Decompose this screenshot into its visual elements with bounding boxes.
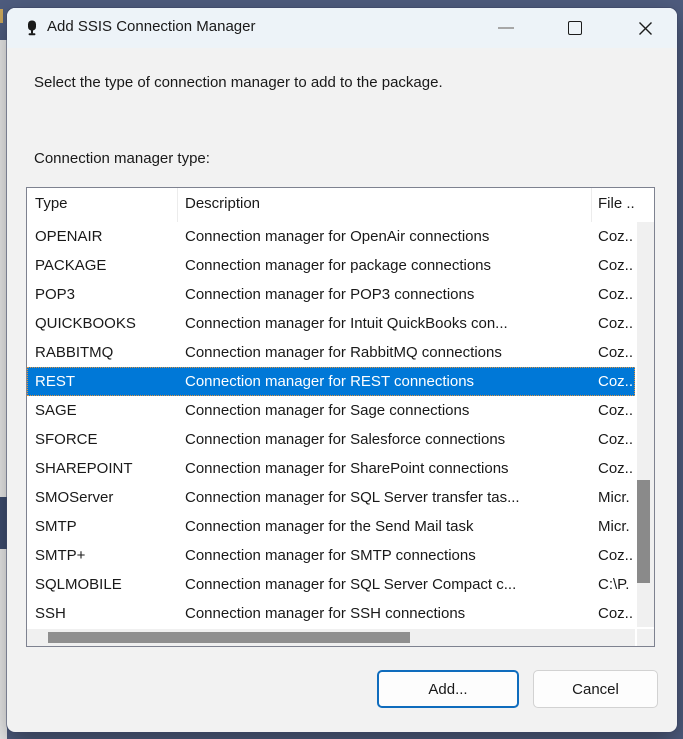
screen: Add SSIS Connection Manager Select the t… (0, 0, 683, 739)
column-header-description[interactable]: Description (178, 188, 592, 222)
table-row[interactable]: SMTP+ Connection manager for SMTP connec… (27, 541, 635, 570)
maximize-button[interactable] (555, 8, 595, 48)
cell-file: Coz.. (592, 454, 635, 483)
cell-description: Connection manager for SQL Server transf… (178, 483, 592, 512)
cell-description: Connection manager for SMTP connections (178, 541, 592, 570)
cell-description: Connection manager for SharePoint connec… (178, 454, 592, 483)
table-row[interactable]: OPENAIR Connection manager for OpenAir c… (27, 222, 635, 251)
cell-file: Coz.. (592, 309, 635, 338)
cell-type: SFORCE (27, 425, 178, 454)
background-window-sliver (0, 9, 3, 23)
cell-type: SHAREPOINT (27, 454, 178, 483)
add-button[interactable]: Add... (377, 670, 519, 708)
table-row[interactable]: POP3 Connection manager for POP3 connect… (27, 280, 635, 309)
titlebar[interactable]: Add SSIS Connection Manager (7, 8, 677, 48)
cell-file: Coz.. (592, 251, 635, 280)
table-row[interactable]: QUICKBOOKS Connection manager for Intuit… (27, 309, 635, 338)
table-row[interactable]: SQLMOBILE Connection manager for SQL Ser… (27, 570, 635, 599)
cell-file: Coz.. (592, 338, 635, 367)
table-row[interactable]: SSH Connection manager for SSH connectio… (27, 599, 635, 628)
cell-type: QUICKBOOKS (27, 309, 178, 338)
table-row[interactable]: SMTP Connection manager for the Send Mai… (27, 512, 635, 541)
vertical-scrollbar-thumb[interactable] (637, 480, 650, 583)
cell-type: OPENAIR (27, 222, 178, 251)
cell-file: Coz.. (592, 599, 635, 628)
table-row[interactable]: SMOServer Connection manager for SQL Ser… (27, 483, 635, 512)
cell-description: Connection manager for SQL Server Compac… (178, 570, 592, 599)
table-row[interactable]: PACKAGE Connection manager for package c… (27, 251, 635, 280)
cell-type: SAGE (27, 396, 178, 425)
cell-file: Micr. (592, 512, 635, 541)
cancel-button[interactable]: Cancel (533, 670, 658, 708)
cell-type: SMTP (27, 512, 178, 541)
cell-file: Micr. (592, 483, 635, 512)
horizontal-scrollbar-thumb[interactable] (48, 632, 410, 643)
list-header: Type Description File .. (27, 188, 652, 222)
cell-type: REST (27, 367, 178, 396)
horizontal-scrollbar[interactable] (27, 629, 635, 646)
table-row[interactable]: REST Connection manager for REST connect… (27, 367, 635, 396)
connection-type-list: Type Description File .. OPENAIR Connect… (26, 187, 655, 647)
column-header-file[interactable]: File .. (592, 188, 652, 222)
cell-type: SQLMOBILE (27, 570, 178, 599)
list-rows: OPENAIR Connection manager for OpenAir c… (27, 222, 635, 628)
cell-type: SMTP+ (27, 541, 178, 570)
dialog-instruction: Select the type of connection manager to… (34, 74, 443, 91)
cell-file: Coz.. (592, 222, 635, 251)
background-window-edge (0, 40, 7, 739)
cell-type: SSH (27, 599, 178, 628)
cell-description: Connection manager for package connectio… (178, 251, 592, 280)
minimize-button[interactable] (486, 8, 526, 48)
cell-type: POP3 (27, 280, 178, 309)
scrollbar-corner (637, 629, 654, 646)
cell-description: Connection manager for Salesforce connec… (178, 425, 592, 454)
cell-file: Coz.. (592, 367, 635, 396)
cell-description: Connection manager for Sage connections (178, 396, 592, 425)
close-button[interactable] (623, 8, 667, 48)
cell-file: Coz.. (592, 396, 635, 425)
dialog-add-ssis-connection-manager: Add SSIS Connection Manager Select the t… (7, 8, 677, 732)
table-row[interactable]: SHAREPOINT Connection manager for ShareP… (27, 454, 635, 483)
cell-description: Connection manager for the Send Mail tas… (178, 512, 592, 541)
cell-file: C:\P. (592, 570, 635, 599)
cell-type: SMOServer (27, 483, 178, 512)
minimize-icon (498, 27, 514, 29)
cell-description: Connection manager for POP3 connections (178, 280, 592, 309)
cell-file: Coz.. (592, 541, 635, 570)
table-row[interactable]: RABBITMQ Connection manager for RabbitMQ… (27, 338, 635, 367)
maximize-icon (568, 21, 582, 35)
cell-type: PACKAGE (27, 251, 178, 280)
column-header-type[interactable]: Type (27, 188, 178, 222)
background-window-edge-segment (0, 497, 7, 549)
cell-description: Connection manager for RabbitMQ connecti… (178, 338, 592, 367)
connection-manager-plug-icon (24, 20, 40, 36)
connection-type-label: Connection manager type: (34, 150, 210, 167)
cell-file: Coz.. (592, 280, 635, 309)
table-row[interactable]: SFORCE Connection manager for Salesforce… (27, 425, 635, 454)
cell-description: Connection manager for Intuit QuickBooks… (178, 309, 592, 338)
cell-description: Connection manager for REST connections (178, 367, 592, 396)
cell-description: Connection manager for OpenAir connectio… (178, 222, 592, 251)
cell-description: Connection manager for SSH connections (178, 599, 592, 628)
window-title: Add SSIS Connection Manager (47, 18, 255, 35)
table-row[interactable]: SAGE Connection manager for Sage connect… (27, 396, 635, 425)
cell-type: RABBITMQ (27, 338, 178, 367)
vertical-scrollbar[interactable] (637, 222, 654, 627)
close-icon (638, 21, 653, 36)
cell-file: Coz.. (592, 425, 635, 454)
